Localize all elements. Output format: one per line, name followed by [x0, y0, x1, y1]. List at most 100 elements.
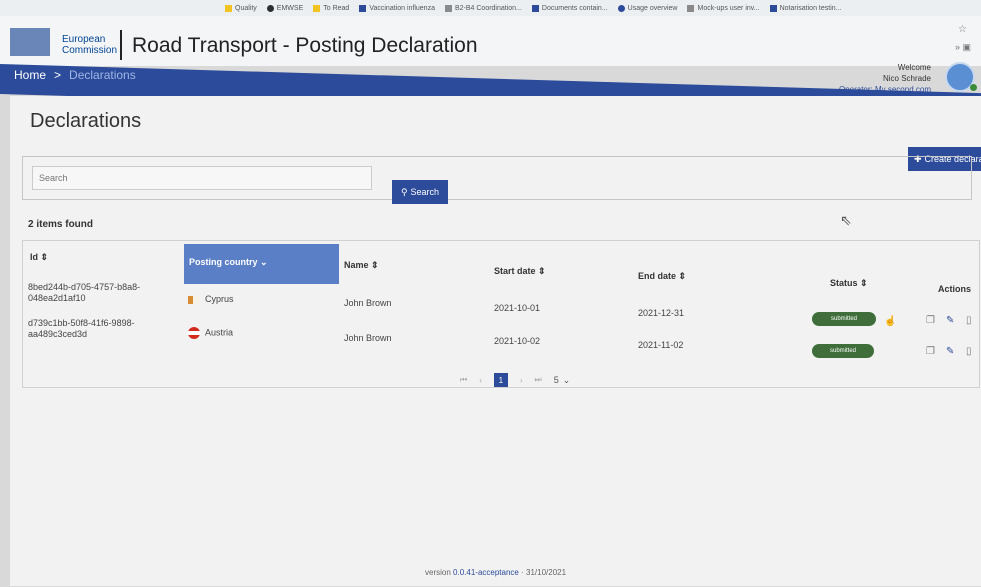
- page-current[interactable]: 1: [493, 373, 508, 387]
- pagination: ⏮ ‹ 1 › ⏭ 5 ⌄: [460, 373, 570, 387]
- bookmark-vaccination[interactable]: Vaccination influenza: [359, 4, 435, 12]
- logo-divider: [120, 30, 122, 60]
- folder-icon: [313, 4, 321, 12]
- site-icon: [359, 4, 367, 12]
- mouse-cursor-icon: ⇖: [840, 212, 852, 228]
- site-icon: [266, 4, 274, 12]
- user-info: Welcome Nico Schrade Operator: My second…: [839, 62, 931, 95]
- user-name: Nico Schrade: [882, 74, 931, 83]
- bookmark-coordination[interactable]: B2-B4 Coordination...: [444, 4, 522, 12]
- edit-icon[interactable]: ✎: [946, 315, 954, 326]
- table-row-2-start-date: 2021-10-02: [494, 336, 541, 346]
- id-part-2: 048ea2d1af10: [28, 293, 86, 303]
- column-header-status[interactable]: Status ⇕: [830, 278, 868, 289]
- page-size-select[interactable]: 5 ⌄: [554, 375, 571, 386]
- delete-icon[interactable]: ▯: [966, 315, 972, 326]
- eu-flag-logo: [10, 28, 50, 56]
- logo-line-1: European: [62, 34, 106, 45]
- last-page-icon[interactable]: ⏭: [535, 375, 542, 385]
- id-part-2: aa489c3ced3d: [28, 329, 88, 339]
- country-name: Cyprus: [205, 294, 234, 304]
- bookmark-quality[interactable]: Quality: [225, 4, 257, 12]
- page-title: Declarations: [30, 110, 142, 132]
- bookmark-label: Quality: [235, 4, 257, 12]
- online-status-icon: [970, 84, 977, 91]
- delete-icon[interactable]: ▯: [966, 346, 972, 357]
- table-row-2-name: John Brown: [344, 333, 392, 343]
- search-icon: ⚲: [400, 186, 408, 197]
- search-input[interactable]: [32, 166, 372, 190]
- breadcrumb-current: Declarations: [69, 68, 136, 82]
- column-header-start-date[interactable]: Start date ⇕: [494, 266, 546, 277]
- table-row-1-start-date: 2021-10-01: [494, 303, 541, 313]
- items-found-count: 2 items found: [28, 219, 94, 230]
- bookmark-label: EMWSE: [276, 4, 304, 12]
- bookmark-usage[interactable]: Usage overview: [617, 4, 678, 12]
- version-prefix: version: [425, 568, 451, 577]
- site-icon: [617, 4, 625, 12]
- site-icon: [444, 4, 452, 12]
- column-header-id[interactable]: Id ⇕: [30, 252, 48, 263]
- breadcrumb: Home > Declarations: [14, 68, 136, 82]
- table-row-1-end-date: 2021-12-31: [638, 308, 685, 318]
- version-number: 0.0.41-acceptance: [453, 568, 519, 577]
- id-part-1: d739c1bb-50f8-41f6-9898-: [28, 318, 135, 328]
- table-row-2-end-date: 2021-11-02: [638, 340, 684, 350]
- logo-line-2: Commission: [62, 45, 118, 56]
- version-footer: version 0.0.41-acceptance · 31/10/2021: [425, 568, 566, 577]
- breadcrumb-separator-icon: >: [54, 68, 62, 82]
- folder-icon: [225, 4, 232, 12]
- bookmark-label: Usage overview: [627, 4, 678, 12]
- copy-icon[interactable]: ❐: [926, 346, 935, 357]
- search-button[interactable]: ⚲ Search: [392, 180, 448, 204]
- bookmark-label: Notarisation testin...: [779, 4, 842, 12]
- copy-icon[interactable]: ❐: [926, 315, 935, 326]
- column-header-name[interactable]: Name ⇕: [344, 260, 379, 271]
- table-row-1-name: John Brown: [344, 298, 392, 308]
- site-icon: [769, 4, 777, 12]
- next-page-icon[interactable]: ›: [520, 376, 523, 385]
- bookmark-label: Vaccination influenza: [369, 4, 435, 12]
- bookmark-star-icon[interactable]: ☆: [958, 24, 967, 35]
- bookmarks-bar: Quality EMWSE To Read Vaccination influe…: [0, 0, 981, 16]
- bookmark-label: Mock-ups user inv...: [697, 4, 760, 12]
- search-button-label: Search: [410, 187, 440, 197]
- previous-page-icon[interactable]: ‹: [479, 376, 482, 385]
- bookmark-documents[interactable]: Documents contain...: [531, 4, 608, 12]
- table-row-1-id: 8bed244b-d705-4757-b8a8- 048ea2d1af10: [28, 282, 140, 304]
- table-row-1-country: Cyprus: [188, 294, 234, 304]
- hand-cursor-icon: ☝: [884, 316, 897, 327]
- bookmark-mockups[interactable]: Mock-ups user inv...: [687, 4, 760, 12]
- column-header-posting-country[interactable]: Posting country ⌄: [184, 244, 339, 284]
- cyprus-flag-icon: [188, 295, 200, 304]
- site-icon: [531, 4, 539, 12]
- bookmark-notarisation[interactable]: Notarisation testin...: [769, 4, 842, 12]
- welcome-text: Welcome: [897, 63, 931, 72]
- commission-logo-text: European Commission: [62, 34, 117, 56]
- version-date: 31/10/2021: [526, 568, 567, 577]
- bookmark-emwse[interactable]: EMWSE: [266, 4, 304, 12]
- status-badge: submitted: [812, 344, 874, 358]
- edit-icon[interactable]: ✎: [946, 346, 954, 357]
- table-row-2-country: Austria: [188, 327, 233, 339]
- extensions-icon[interactable]: » ▣: [955, 42, 971, 53]
- table-row-2-id: d739c1bb-50f8-41f6-9898- aa489c3ced3d: [28, 318, 135, 340]
- id-part-1: 8bed244b-d705-4757-b8a8-: [28, 282, 141, 292]
- version-sep: ·: [521, 568, 524, 577]
- page-size-value: 5: [553, 374, 559, 385]
- bookmark-label: B2-B4 Coordination...: [454, 4, 522, 12]
- breadcrumb-home[interactable]: Home: [14, 68, 46, 82]
- site-icon: [687, 4, 695, 12]
- chevron-down-icon: ⌄: [562, 374, 571, 385]
- bookmark-label: To Read: [323, 4, 350, 12]
- app-header: European Commission Road Transport - Pos…: [0, 16, 981, 66]
- country-name: Austria: [205, 327, 234, 338]
- bookmark-to-read[interactable]: To Read: [313, 4, 350, 12]
- bookmark-label: Documents contain...: [541, 4, 608, 12]
- first-page-icon[interactable]: ⏮: [460, 375, 467, 385]
- column-header-actions: Actions: [938, 284, 972, 294]
- operator-text: Operator: My second com: [838, 85, 931, 94]
- austria-flag-icon: [188, 327, 200, 339]
- column-header-end-date[interactable]: End date ⇕: [638, 271, 686, 282]
- app-title: Road Transport - Posting Declaration: [132, 34, 478, 57]
